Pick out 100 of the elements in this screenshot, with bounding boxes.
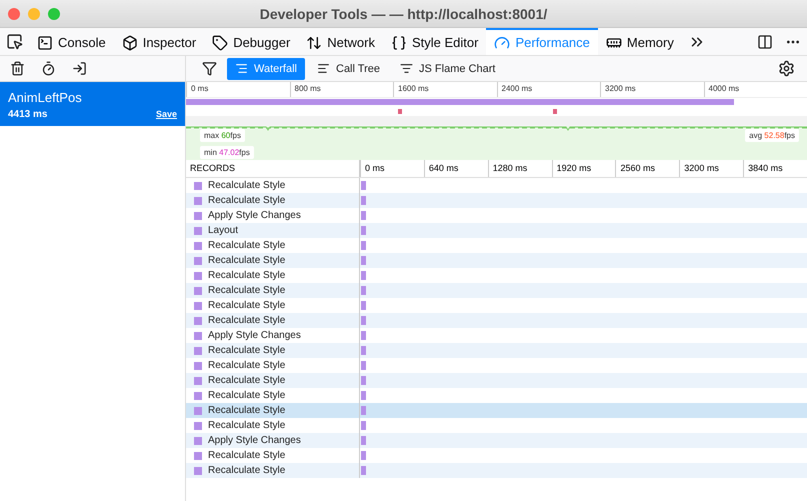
record-row[interactable]: Recalculate Style [186, 253, 807, 268]
console-icon [37, 34, 53, 50]
record-row[interactable]: Recalculate Style [186, 343, 807, 358]
time-tick: 800 ms [290, 82, 393, 97]
fps-label: min 47.02fps [200, 146, 254, 159]
marker-swatch [194, 392, 202, 400]
view-tab[interactable]: Call Tree [309, 58, 388, 80]
record-name: Recalculate Style [208, 375, 286, 386]
waterfall-bar [361, 316, 366, 325]
marker-swatch [194, 182, 202, 190]
waterfall-bar [361, 211, 366, 220]
view-tab[interactable]: Waterfall [227, 58, 305, 80]
record-row[interactable]: Recalculate Style [186, 463, 807, 478]
record-row[interactable]: Apply Style Changes [186, 433, 807, 448]
record-name: Recalculate Style [208, 255, 286, 266]
fps-label: max 60fps [200, 129, 245, 142]
marker-swatch [194, 316, 202, 324]
waterfall-bar [361, 451, 366, 460]
tag-icon [212, 34, 228, 50]
marker-swatch [194, 212, 202, 220]
marker-swatch [194, 466, 202, 474]
waterfall-bar [361, 271, 366, 280]
record-row[interactable]: Layout [186, 223, 807, 238]
waterfall-bar [361, 391, 366, 400]
waterfall-bar [361, 376, 366, 385]
cube-icon [122, 34, 138, 50]
waterfall-bar [361, 361, 366, 370]
record-name: Recalculate Style [208, 360, 286, 371]
marker-swatch [194, 256, 202, 264]
filter-icon[interactable] [202, 61, 217, 76]
waterfall-bar [361, 421, 366, 430]
record-row[interactable]: Recalculate Style [186, 373, 807, 388]
record-name: Recalculate Style [208, 315, 286, 326]
waterfall-bar [361, 181, 366, 190]
record-name: Recalculate Style [208, 450, 286, 461]
time-tick: 640 ms [424, 160, 488, 177]
record-name: Recalculate Style [208, 300, 286, 311]
marker-swatch [194, 346, 202, 354]
devtools-tab[interactable]: Style Editor [382, 28, 486, 55]
waterfall-bar [361, 286, 366, 295]
time-tick: 3200 ms [679, 160, 744, 177]
record-name: Recalculate Style [208, 405, 286, 416]
waterfall-bar [361, 436, 366, 445]
marker-swatch [194, 302, 202, 310]
record-row[interactable]: Recalculate Style [186, 403, 807, 418]
record-name: Recalculate Style [208, 465, 286, 476]
record-row[interactable]: Recalculate Style [186, 283, 807, 298]
fps-label: avg 52.58fps [745, 129, 799, 142]
lines-icon [400, 62, 414, 75]
marker-swatch [194, 422, 202, 430]
record-name: Recalculate Style [208, 345, 286, 356]
view-tab[interactable]: JS Flame Chart [392, 58, 504, 80]
record-name: Recalculate Style [208, 390, 286, 401]
settings-icon[interactable] [778, 60, 795, 77]
element-picker-icon[interactable] [6, 33, 23, 50]
devtools-tab[interactable]: Network [298, 28, 383, 55]
record-name: Recalculate Style [208, 285, 286, 296]
marker-swatch [194, 376, 202, 384]
marker-swatch [194, 196, 202, 204]
time-tick: 1600 ms [393, 82, 496, 97]
record-name: Recalculate Style [208, 180, 286, 191]
time-tick: 0 ms [360, 160, 424, 177]
arrows-icon [306, 34, 322, 50]
time-tick: 1920 ms [552, 160, 616, 177]
braces-icon [390, 34, 407, 50]
record-row[interactable]: Recalculate Style [186, 193, 807, 208]
recording-item[interactable]: AnimLeftPos 4413 ms Save [0, 82, 185, 126]
devtools-tab[interactable]: Debugger [204, 28, 298, 55]
devtools-tab[interactable]: Memory [598, 28, 682, 55]
time-tick: 3840 ms [743, 160, 807, 177]
record-row[interactable]: Recalculate Style [186, 313, 807, 328]
trash-icon[interactable] [10, 61, 25, 76]
record-name: Recalculate Style [208, 420, 286, 431]
marker-swatch [194, 436, 202, 444]
stopwatch-icon[interactable] [41, 61, 56, 76]
waterfall-bar [361, 256, 366, 265]
save-link[interactable]: Save [156, 109, 177, 120]
marker [553, 109, 557, 114]
marker-swatch [194, 286, 202, 294]
record-name: Recalculate Style [208, 270, 286, 281]
dock-icon[interactable] [757, 34, 773, 50]
marker-swatch [194, 332, 202, 340]
records-header: RECORDS [186, 160, 360, 177]
waterfall-bar [361, 406, 366, 415]
marker-swatch [194, 226, 202, 234]
import-icon[interactable] [72, 61, 87, 76]
waterfall-bar [361, 466, 366, 475]
window-title: Developer Tools — — http://localhost:8001/ [260, 6, 548, 22]
marker-swatch [194, 452, 202, 460]
time-tick: 2560 ms [615, 160, 680, 177]
waterfall-bar [361, 346, 366, 355]
record-name: Recalculate Style [208, 240, 286, 251]
waterfall-bar [361, 196, 366, 205]
waterfall-bar [361, 331, 366, 340]
gauge-icon [494, 34, 510, 50]
devtools-tab[interactable]: Performance [486, 28, 598, 55]
time-tick: 1280 ms [488, 160, 552, 177]
devtools-tab[interactable]: Console [29, 28, 114, 55]
devtools-tab[interactable]: Inspector [114, 28, 204, 55]
time-tick: 3200 ms [600, 82, 704, 97]
